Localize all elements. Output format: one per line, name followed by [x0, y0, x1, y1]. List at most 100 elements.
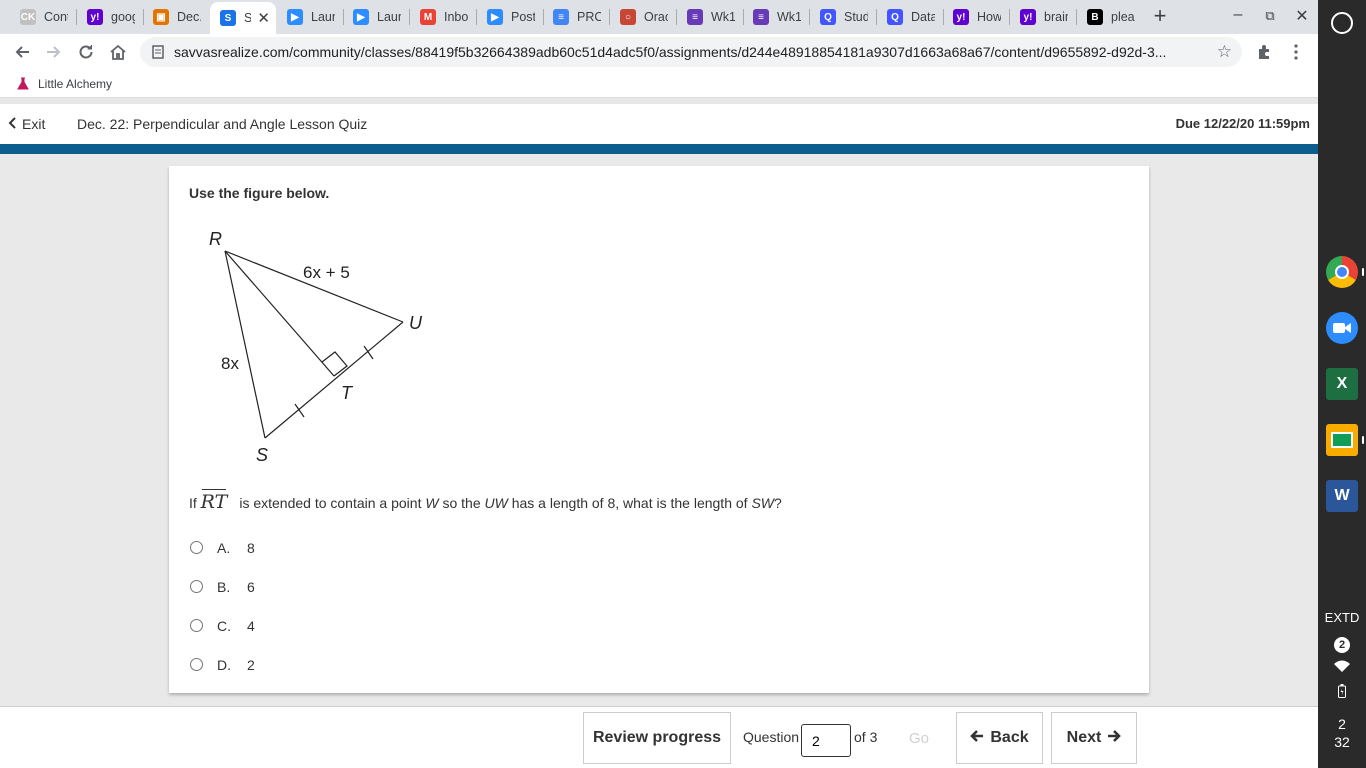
classroom-icon: ▣ [153, 9, 169, 25]
browser-tab[interactable]: ▶ Laun [343, 4, 407, 30]
browser-tab[interactable]: ▶ Post [477, 4, 541, 30]
browser-tab[interactable]: Bplea [1077, 4, 1141, 30]
wifi-icon[interactable] [1318, 660, 1366, 675]
notification-badge[interactable]: 2 [1318, 636, 1366, 653]
clock-minute[interactable]: 32 [1318, 734, 1366, 750]
battery-icon[interactable] [1318, 684, 1366, 701]
forms-icon: ≡ [687, 9, 703, 25]
browser-tab[interactable]: ≡ Wk1 [677, 4, 741, 30]
browser-tab[interactable]: ▣ Dec. [143, 4, 207, 30]
browser-tab[interactable]: M Inbo [410, 4, 474, 30]
bookmark-star-icon[interactable]: ☆ [1217, 42, 1232, 62]
launcher-icon[interactable] [1331, 12, 1353, 34]
question-part1: is extended to contain a point [239, 495, 422, 511]
minimize-button[interactable]: – [1226, 6, 1250, 24]
yahoo-icon: y! [1020, 9, 1036, 25]
google-classroom-icon[interactable] [1326, 424, 1358, 456]
flask-icon [17, 77, 29, 89]
choice-letter: B. [217, 578, 231, 595]
exit-button[interactable]: Exit [8, 116, 45, 132]
restore-button[interactable]: ⧉ [1258, 8, 1282, 24]
choice-a[interactable]: A. 8 [189, 528, 255, 567]
new-tab-button[interactable]: + [1148, 5, 1172, 29]
tab-title: Post [511, 10, 535, 24]
yahoo-icon: y! [87, 9, 103, 25]
next-button[interactable]: Next [1051, 712, 1137, 764]
question-prefix: If [189, 495, 197, 511]
yahoo-icon: y! [953, 9, 969, 25]
choice-letter: C. [217, 617, 231, 634]
browser-tab[interactable]: ▶ Laun [277, 4, 341, 30]
bookmark-little-alchemy[interactable]: Little Alchemy [16, 77, 112, 91]
browser-toolbar: savvasrealize.com/community/classes/8841… [0, 34, 1318, 70]
menu-kebab-icon[interactable] [1284, 40, 1308, 64]
choice-b[interactable]: B. 6 [189, 567, 255, 606]
tab-title: Dec. [177, 10, 201, 24]
radio-button[interactable] [190, 619, 203, 632]
chevron-left-icon [8, 116, 16, 132]
browser-tab[interactable]: y! brain [1010, 4, 1074, 30]
extensions-icon[interactable] [1252, 40, 1276, 64]
choice-d[interactable]: D. 2 [189, 645, 255, 684]
browser-tab[interactable]: y! How [943, 4, 1007, 30]
display-mode-label: EXTD [1324, 610, 1360, 625]
choice-value: 8 [247, 539, 255, 556]
back-arrow-icon[interactable] [10, 40, 34, 64]
browser-tab[interactable]: Q Data [877, 4, 941, 30]
browser-tab[interactable]: CK Cont [10, 4, 74, 30]
browser-tab[interactable]: ≡ PRO [543, 4, 607, 30]
header-accent-band [0, 144, 1318, 154]
question-card: Use the figure below. R U T S 6x + 5 8x … [169, 166, 1149, 693]
radio-button[interactable] [190, 580, 203, 593]
radio-button[interactable] [190, 658, 203, 671]
radio-button[interactable] [190, 541, 203, 554]
zoom-app-icon[interactable] [1326, 312, 1358, 344]
tab-title: PRO [577, 10, 601, 24]
browser-tab[interactable]: Q Stud [810, 4, 874, 30]
go-button[interactable]: Go [892, 712, 946, 764]
excel-icon[interactable]: X [1326, 368, 1358, 400]
segment-sw: SW [751, 495, 774, 511]
question-number-input[interactable]: 2 [801, 724, 851, 757]
tab-title: Cont [44, 10, 68, 24]
close-tab-icon[interactable]: ✕ [257, 9, 270, 27]
zoom-icon: ▶ [487, 9, 503, 25]
bookmarks-bar: Little Alchemy [0, 70, 1318, 98]
clock-hour[interactable]: 2 [1318, 716, 1366, 732]
gmail-icon: M [420, 9, 436, 25]
chrome-icon[interactable] [1326, 256, 1358, 288]
forward-arrow-icon[interactable] [42, 40, 66, 64]
choice-value: 4 [247, 617, 255, 634]
browser-tab[interactable]: ≡ Wk1 [743, 4, 807, 30]
assignment-header: Exit Dec. 22: Perpendicular and Angle Le… [0, 104, 1318, 144]
browser-tab[interactable]: S S ✕ [210, 2, 276, 34]
quiz-navigation-bar: Review progress Question 2 of 3 Go Back … [0, 706, 1318, 768]
due-date: Due 12/22/20 11:59pm [1175, 116, 1310, 131]
zoom-icon: ▶ [287, 9, 303, 25]
browser-tab[interactable]: ○ Orac [610, 4, 674, 30]
close-window-button[interactable]: ✕ [1290, 6, 1314, 26]
oracle-icon: ○ [620, 9, 636, 25]
back-button[interactable]: Back [956, 712, 1043, 764]
choice-value: 2 [247, 656, 255, 673]
segment-su [264, 321, 404, 439]
zoom-icon: ▶ [353, 9, 369, 25]
point-w: W [425, 495, 439, 511]
address-bar[interactable]: savvasrealize.com/community/classes/8841… [140, 37, 1242, 67]
docs-icon: ≡ [553, 9, 569, 25]
tab-title: How [977, 10, 1001, 24]
home-icon[interactable] [106, 40, 130, 64]
reload-icon[interactable] [74, 40, 98, 64]
choice-letter: D. [217, 656, 231, 673]
browser-tab[interactable]: y! goog [77, 4, 141, 30]
point-label-t: T [341, 383, 354, 403]
page-info-icon[interactable] [152, 45, 164, 59]
review-progress-button[interactable]: Review progress [583, 712, 731, 764]
tab-title: Data [911, 10, 935, 24]
assignment-title: Dec. 22: Perpendicular and Angle Lesson … [77, 116, 368, 132]
triangle-figure: R U T S 6x + 5 8x [209, 229, 423, 465]
point-label-u: U [409, 313, 423, 333]
segment-uw: UW [484, 495, 508, 511]
word-icon[interactable]: W [1326, 480, 1358, 512]
choice-c[interactable]: C. 4 [189, 606, 255, 645]
